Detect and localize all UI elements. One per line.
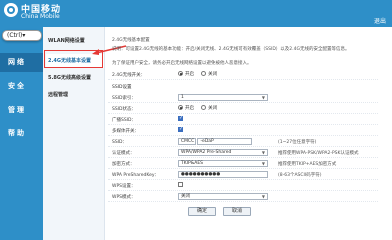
top-header: 中国移动 China Mobile 退出 xyxy=(0,0,392,27)
wps-checkbox[interactable] xyxy=(178,182,183,187)
row-ssid-index: SSID索引： 1 ▼ xyxy=(108,93,378,103)
nav-item-management[interactable]: 管理 xyxy=(0,101,43,120)
ssid-index-value: 1 xyxy=(181,95,184,100)
china-mobile-logo-icon xyxy=(4,3,18,17)
broadcast-checkbox[interactable] xyxy=(178,115,183,121)
psk-input[interactable]: ●●●●●●●●●● xyxy=(178,171,268,178)
ssid-prefix-field: CMCC xyxy=(178,138,196,145)
encrypt-select[interactable]: TKIP&AES ▼ xyxy=(178,160,268,167)
chevron-down-icon: ▼ xyxy=(261,95,265,100)
ssid-on-radio[interactable] xyxy=(178,105,183,110)
wifi-off-radio[interactable] xyxy=(201,71,207,76)
row-ssid-state: SSID状态： 开启 关闭 xyxy=(108,104,378,114)
chevron-down-icon: ▼ xyxy=(261,150,265,155)
main-nav: 状态 网络 安全 管理 帮助 xyxy=(0,27,43,240)
row-wps-mode: WPS模式： 关闭 ▼ xyxy=(108,192,378,202)
brand-name-en: China Mobile xyxy=(21,13,60,20)
multimedia-label: 多媒体开关： xyxy=(112,129,139,134)
row-ssid-name: SSID： CMCC -eDaP (1~27位任意字符) xyxy=(108,137,378,147)
row-wifi-enable: 2.4G无线开关： 开启 关闭 xyxy=(108,70,378,80)
row-encrypt: 加密方式： TKIP&AES ▼ 推荐使用TKIP+AES加密方式 xyxy=(108,159,378,169)
auth-mode-label: 认证模式： xyxy=(112,151,135,156)
wps-mode-select[interactable]: 关闭 ▼ xyxy=(178,193,268,200)
ssid-on-text: 开启 xyxy=(185,106,194,111)
ssid-off-radio[interactable] xyxy=(201,105,207,110)
ssid-section-title: SSID设置 xyxy=(112,85,132,90)
ssid-state-label: SSID状态： xyxy=(112,107,137,112)
psk-label: WPA PreSharedKey： xyxy=(112,173,160,178)
nav-item-network[interactable]: 网络 xyxy=(0,53,43,72)
encrypt-note: 推荐使用TKIP+AES加密方式 xyxy=(278,162,337,167)
auth-mode-note: 推荐使用WPA-PSK/WPA2-PSK认证模式 xyxy=(278,151,359,156)
ssid-index-label: SSID索引： xyxy=(112,96,137,101)
page-description: 说明：可设置2.4G无线的基本功能：开启/关闭无线、2.4G无线可有效覆盖（SS… xyxy=(112,47,350,52)
multimedia-checkbox[interactable] xyxy=(178,126,183,132)
wps-label: WPS设置： xyxy=(112,184,136,189)
nav-item-help[interactable]: 帮助 xyxy=(0,124,43,143)
row-multimedia: 多媒体开关： xyxy=(108,126,378,136)
row-wps: WPS设置： xyxy=(108,181,378,191)
broadcast-label: 广播SSID： xyxy=(112,118,137,123)
wifi-on-radio[interactable] xyxy=(178,71,183,76)
subnav-item-5g-advanced[interactable]: 5.8G无线高级设置 xyxy=(46,71,104,85)
nav-item-security[interactable]: 安全 xyxy=(0,77,43,96)
auth-mode-select[interactable]: WPA/WPA2 Pre-Shared ▼ xyxy=(178,149,268,156)
ssid-index-select[interactable]: 1 ▼ xyxy=(178,94,268,101)
content-area: 2.4G无线基本配置 说明：可设置2.4G无线的基本功能：开启/关闭无线、2.4… xyxy=(108,27,392,240)
encrypt-value: TKIP&AES xyxy=(181,161,204,166)
ssid-off-text: 关闭 xyxy=(208,106,218,111)
wps-mode-value: 关闭 xyxy=(181,194,190,199)
chevron-down-icon: ▼ xyxy=(261,161,265,166)
wifi-enable-label: 2.4G无线开关： xyxy=(112,73,146,78)
wifi-on-text: 开启 xyxy=(185,72,194,77)
ssid-note: (1~27位任意字符) xyxy=(278,140,317,145)
psk-note: (8-63个ASCII码字符) xyxy=(278,173,322,178)
ssid-name-input[interactable]: -eDaP xyxy=(197,138,253,145)
ctrl-paste-tooltip[interactable]: (Ctrl)▾ xyxy=(2,30,42,41)
subnav-item-remote[interactable]: 远程管理 xyxy=(46,88,104,102)
encrypt-label: 加密方式： xyxy=(112,162,135,167)
wps-mode-label: WPS模式： xyxy=(112,195,136,200)
row-psk: WPA PreSharedKey： ●●●●●●●●●● (8-63个ASCII… xyxy=(108,170,378,180)
wifi-off-text: 关闭 xyxy=(208,72,218,77)
page-description-2: 为了保证用户安全，请务必开启无线网络设置以避免被他人恶意接入。 xyxy=(112,61,252,66)
chevron-down-icon: ▼ xyxy=(261,194,265,199)
confirm-button[interactable]: 确定 xyxy=(188,207,216,216)
logout-link[interactable]: 退出 xyxy=(374,16,386,25)
cancel-button[interactable]: 取消 xyxy=(223,207,251,216)
ssid-name-label: SSID： xyxy=(112,140,128,145)
row-auth: 认证模式： WPA/WPA2 Pre-Shared ▼ 推荐使用WPA-PSK/W… xyxy=(108,148,378,158)
page-title: 2.4G无线基本配置 xyxy=(112,38,150,43)
row-broadcast: 广播SSID： xyxy=(108,115,378,125)
auth-mode-value: WPA/WPA2 Pre-Shared xyxy=(181,150,232,155)
